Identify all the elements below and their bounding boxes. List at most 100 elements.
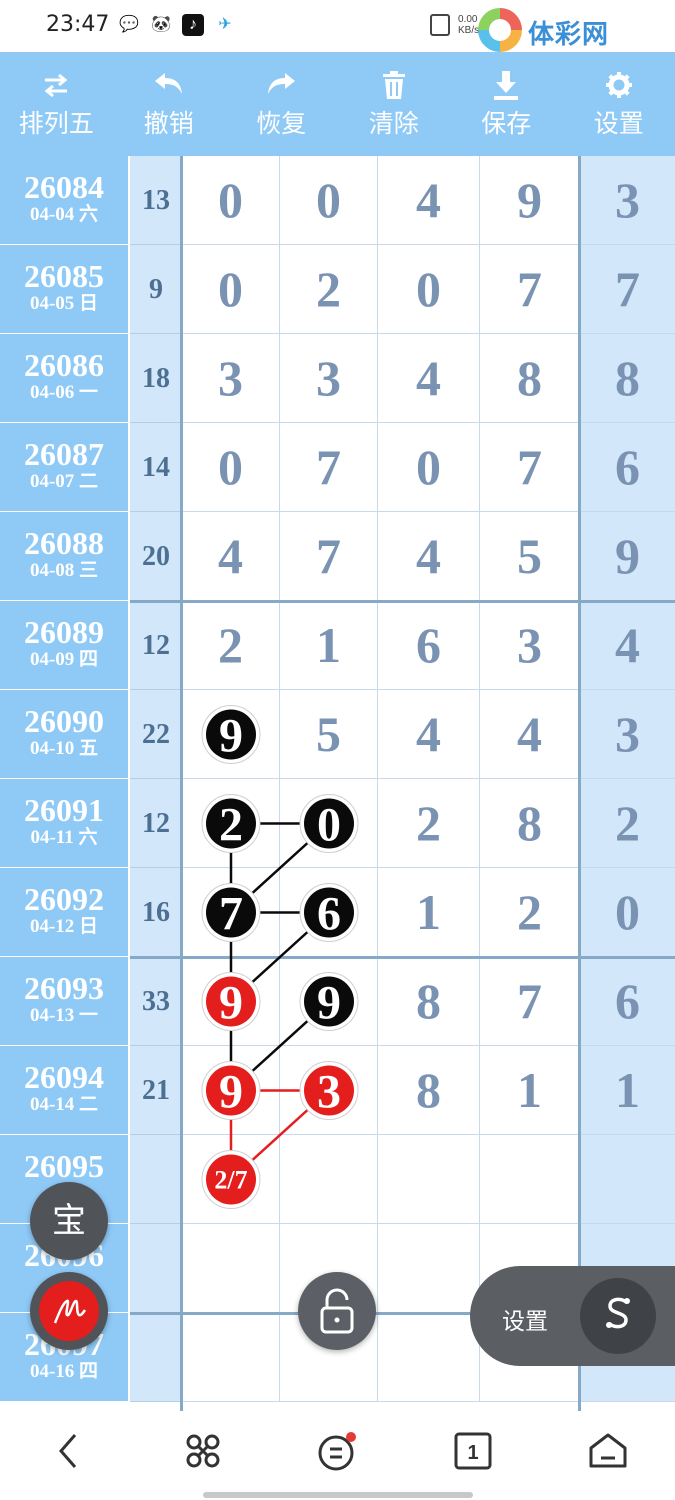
sum-cell: 9 (130, 245, 182, 334)
sum-cell: 22 (130, 690, 182, 779)
digit-cell[interactable] (182, 1135, 280, 1224)
menu-button[interactable] (308, 1421, 368, 1481)
s-button[interactable] (580, 1278, 656, 1354)
digit-cell[interactable]: 4 (182, 512, 280, 601)
table-row: 26089 04-09 四 12 2 1 6 3 4 (0, 601, 675, 690)
issue-number: 26086 (24, 347, 104, 383)
toolbar-lottery-type-button[interactable]: 排列五 (0, 52, 113, 156)
table-row: 26094 04-14 二 21 9 3 8 1 1 (0, 1046, 675, 1135)
digit-cell[interactable] (182, 1224, 280, 1313)
digit-cell[interactable]: 4 (378, 334, 480, 423)
digit-cell[interactable] (480, 1135, 580, 1224)
digit-cell[interactable]: 8 (580, 334, 675, 423)
digit-cell[interactable]: 0 (280, 779, 378, 868)
digit-cell[interactable] (378, 1224, 480, 1313)
issue-number: 26087 (24, 436, 104, 472)
toolbar-save-button[interactable]: 保存 (450, 52, 563, 156)
digit-cell[interactable]: 0 (182, 156, 280, 245)
command-button[interactable] (173, 1421, 233, 1481)
digit-cell[interactable] (182, 1313, 280, 1402)
digit-cell[interactable]: 8 (378, 957, 480, 1046)
tabs-button[interactable]: 1 (443, 1421, 503, 1481)
digit-cell[interactable]: 6 (378, 601, 480, 690)
digit-cell[interactable]: 9 (580, 512, 675, 601)
digit-cell[interactable]: 9 (182, 690, 280, 779)
net-speed: 0.00 KB/s (458, 14, 480, 36)
digit-cell[interactable] (580, 1135, 675, 1224)
digit-cell[interactable]: 5 (480, 512, 580, 601)
digit-cell[interactable]: 0 (182, 423, 280, 512)
draw-pen-button[interactable] (30, 1272, 108, 1350)
digit-cell[interactable]: 2 (378, 779, 480, 868)
digit-cell[interactable]: 6 (580, 423, 675, 512)
digit-cell[interactable]: 7 (480, 245, 580, 334)
digit-cell[interactable]: 2 (580, 779, 675, 868)
digit-cell[interactable]: 1 (378, 868, 480, 957)
digit-cell[interactable]: 4 (378, 690, 480, 779)
toolbar-undo-button[interactable]: 撤销 (113, 52, 226, 156)
digit-cell[interactable]: 8 (378, 1046, 480, 1135)
digit-cell[interactable]: 3 (580, 156, 675, 245)
digit-cell[interactable] (280, 1135, 378, 1224)
digit-cell[interactable] (378, 1313, 480, 1402)
table-row: 26092 04-12 日 16 7 6 1 2 0 (0, 868, 675, 957)
digit-cell[interactable]: 8 (480, 779, 580, 868)
digit-cell[interactable]: 2 (280, 245, 378, 334)
digit-cell[interactable]: 4 (378, 512, 480, 601)
digit-cell[interactable]: 2 (182, 779, 280, 868)
issue-cell: 26093 04-13 一 (0, 957, 128, 1046)
digit-cell[interactable]: 3 (580, 690, 675, 779)
digit-cell[interactable]: 6 (580, 957, 675, 1046)
table-row: 26093 04-13 一 33 9 9 8 7 6 (0, 957, 675, 1046)
issue-number: 26085 (24, 258, 104, 294)
digit-cell[interactable]: 7 (280, 512, 378, 601)
digit-cell[interactable]: 7 (280, 423, 378, 512)
digit-cell[interactable]: 6 (280, 868, 378, 957)
floating-settings-label[interactable]: 设置 (502, 1302, 548, 1336)
digit-cell[interactable]: 9 (182, 957, 280, 1046)
digit-cell[interactable]: 0 (378, 423, 480, 512)
digit-cell[interactable]: 0 (182, 245, 280, 334)
digit-cell[interactable]: 0 (378, 245, 480, 334)
system-icons: 0.00 KB/s (430, 14, 479, 36)
digit-cell[interactable] (378, 1135, 480, 1224)
digit-cell[interactable]: 7 (480, 423, 580, 512)
digit-cell[interactable]: 1 (480, 1046, 580, 1135)
issue-number: 26093 (24, 970, 104, 1006)
digit-cell[interactable]: 3 (182, 334, 280, 423)
digit-cell[interactable]: 1 (580, 1046, 675, 1135)
digit-cell[interactable]: 7 (480, 957, 580, 1046)
digit-cell[interactable]: 8 (480, 334, 580, 423)
digit-cell[interactable]: 3 (280, 1046, 378, 1135)
digit-cell[interactable]: 2 (480, 868, 580, 957)
home-indicator[interactable] (203, 1492, 473, 1498)
trash-icon (381, 68, 407, 102)
issue-date: 04-12 日 (29, 916, 99, 937)
toolbar-settings-button[interactable]: 设置 (563, 52, 675, 156)
digit-cell[interactable]: 9 (280, 957, 378, 1046)
toolbar-clear-button[interactable]: 清除 (338, 52, 451, 156)
back-button[interactable] (38, 1421, 98, 1481)
digit-cell[interactable]: 4 (580, 601, 675, 690)
treasure-button[interactable]: 宝 (30, 1182, 108, 1260)
digit-cell[interactable]: 3 (280, 334, 378, 423)
digit-cell[interactable]: 1 (280, 601, 378, 690)
digit-cell[interactable]: 2 (182, 601, 280, 690)
digit-cell[interactable]: 3 (480, 601, 580, 690)
command-icon (186, 1434, 219, 1467)
toolbar-redo-button[interactable]: 恢复 (225, 52, 338, 156)
digit-cell[interactable]: 9 (182, 1046, 280, 1135)
digit-cell[interactable]: 9 (480, 156, 580, 245)
undo-icon (153, 68, 185, 102)
gear-icon (605, 68, 633, 102)
digit-cell[interactable]: 4 (480, 690, 580, 779)
digit-cell[interactable]: 0 (280, 156, 378, 245)
digit-cell[interactable]: 7 (182, 868, 280, 957)
digit-cell[interactable]: 4 (378, 156, 480, 245)
floating-settings-panel[interactable]: 设置 (470, 1266, 675, 1366)
home-button[interactable] (578, 1421, 638, 1481)
digit-cell[interactable]: 7 (580, 245, 675, 334)
digit-cell[interactable]: 0 (580, 868, 675, 957)
lock-button[interactable] (298, 1272, 376, 1350)
digit-cell[interactable]: 5 (280, 690, 378, 779)
